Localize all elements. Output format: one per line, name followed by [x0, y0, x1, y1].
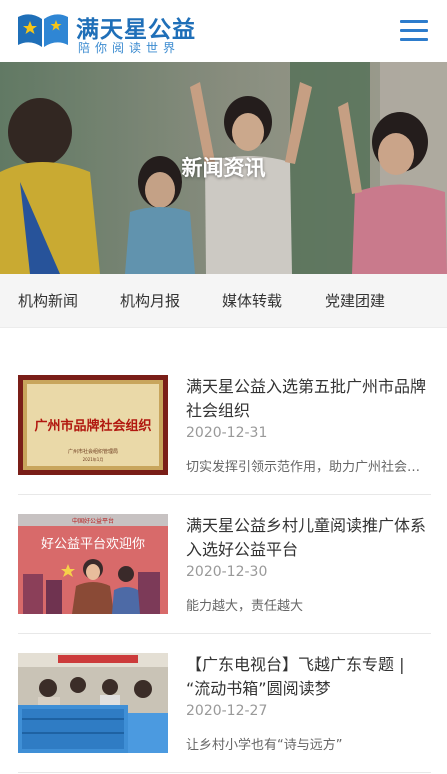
news-item[interactable]: 中国好公益平台 好公益平台欢迎你 满天星公益乡村儿童阅读推广体系入选好公益平台 …: [18, 514, 431, 634]
news-date: 2020-12-27: [186, 703, 268, 719]
news-item[interactable]: 【广东电视台】飞越广东专题 | “流动书箱”圆阅读梦 2020-12-27 让乡…: [18, 653, 431, 773]
news-thumbnail: [18, 653, 168, 753]
logo-subtitle: 陪你阅读世界: [78, 41, 181, 55]
news-item[interactable]: 广州市品牌社会组织 广州市社会组织管理局 2021年1月 满天星公益入选第五批广…: [18, 375, 431, 495]
tab-media-repost[interactable]: 媒体转载: [222, 290, 282, 311]
news-title[interactable]: 满天星公益乡村儿童阅读推广体系入选好公益平台: [186, 514, 431, 562]
news-summary: 切实发挥引领示范作用，助力广州社会组织: [186, 460, 431, 475]
news-thumbnail: 广州市品牌社会组织 广州市社会组织管理局 2021年1月: [18, 375, 168, 475]
hamburger-menu-icon[interactable]: [400, 19, 428, 43]
news-title[interactable]: 【广东电视台】飞越广东专题 | “流动书箱”圆阅读梦: [186, 653, 431, 701]
site-header: 满天星公益 陪你阅读世界: [0, 0, 447, 62]
logo[interactable]: 满天星公益 陪你阅读世界: [16, 10, 196, 55]
news-thumbnail: 中国好公益平台 好公益平台欢迎你: [18, 514, 168, 614]
category-tabs: 机构新闻 机构月报 媒体转载 党建团建: [0, 274, 447, 328]
news-title[interactable]: 满天星公益入选第五批广州市品牌社会组织: [186, 375, 431, 423]
plaque-title: 广州市品牌社会组织: [34, 418, 151, 434]
news-date: 2020-12-30: [186, 564, 268, 580]
news-summary: 让乡村小学也有“诗与远方”: [186, 738, 343, 753]
book-star-icon: [18, 14, 68, 47]
plaque-date: 2021年1月: [83, 456, 104, 462]
hero-banner: 新闻资讯: [0, 62, 447, 274]
tab-party-team[interactable]: 党建团建: [325, 290, 385, 311]
banner-title: 新闻资讯: [181, 156, 266, 180]
image-header: 中国好公益平台: [72, 517, 114, 525]
tab-monthly-report[interactable]: 机构月报: [120, 290, 180, 311]
plaque-footer: 广州市社会组织管理局: [68, 448, 118, 455]
news-summary: 能力越大，责任越大: [186, 599, 304, 614]
image-text: 好公益平台欢迎你: [41, 537, 145, 552]
news-date: 2020-12-31: [186, 425, 268, 441]
tab-org-news[interactable]: 机构新闻: [18, 290, 78, 311]
